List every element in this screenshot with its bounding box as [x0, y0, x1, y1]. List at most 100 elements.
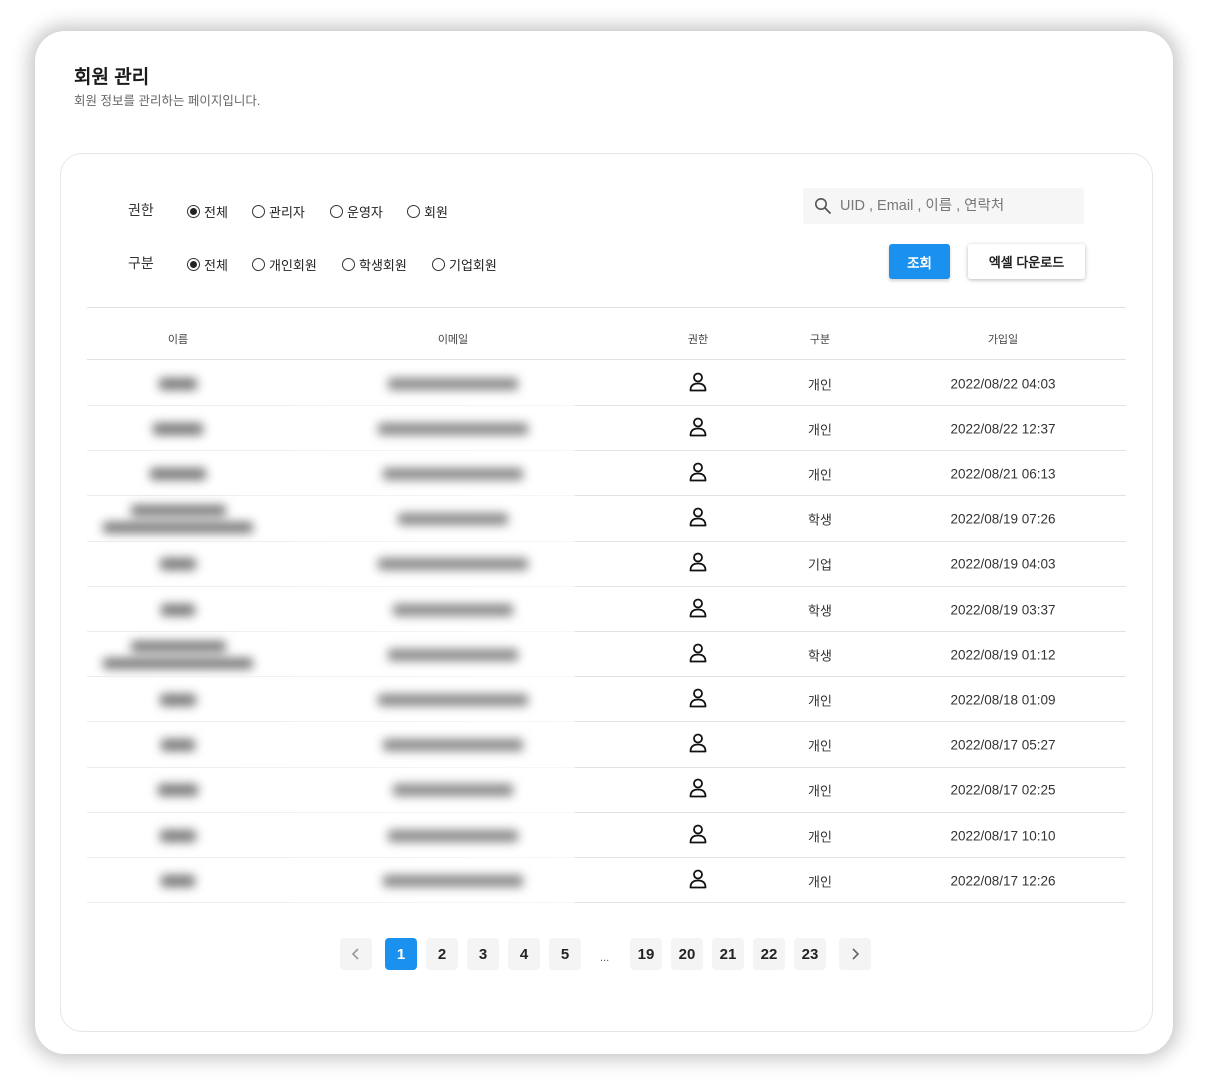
- name-cell-redacted: [160, 693, 196, 706]
- user-icon: [687, 415, 709, 442]
- table-header: 이름 이메일 권한 구분 가입일: [87, 316, 1126, 360]
- user-icon: [687, 506, 709, 533]
- member-type: 개인: [808, 874, 832, 890]
- table-row[interactable]: 개인 2022/08/17 02:25: [87, 768, 1126, 813]
- radio-circle[interactable]: [330, 205, 343, 218]
- page-button-19[interactable]: 19: [630, 938, 662, 970]
- joined-date: 2022/08/19 07:26: [950, 511, 1056, 527]
- page-button-5[interactable]: 5: [549, 938, 581, 970]
- radio-circle[interactable]: [342, 258, 355, 271]
- page-title: 회원 관리: [74, 67, 150, 88]
- email-cell-redacted: [393, 603, 513, 616]
- table-row[interactable]: 개인 2022/08/22 04:03: [87, 361, 1126, 406]
- radio-circle[interactable]: [252, 205, 265, 218]
- category-filter-label: 구분: [128, 255, 154, 271]
- role-filter-label: 권한: [128, 202, 154, 218]
- radio-label: 전체: [204, 205, 228, 220]
- column-header-type: 구분: [809, 334, 831, 346]
- member-type: 개인: [808, 467, 832, 483]
- member-type: 개인: [808, 738, 832, 754]
- name-cell-redacted: [153, 422, 203, 435]
- email-cell-redacted: [383, 739, 523, 752]
- table-row[interactable]: 개인 2022/08/17 12:26: [87, 858, 1126, 904]
- role-radio-2[interactable]: 운영자: [330, 202, 383, 221]
- table-row[interactable]: 학생 2022/08/19 07:26: [87, 497, 1126, 542]
- radio-circle[interactable]: [252, 258, 265, 271]
- table-row[interactable]: 개인 2022/08/18 01:09: [87, 677, 1126, 723]
- page-button-2[interactable]: 2: [426, 938, 458, 970]
- category-radio-2[interactable]: 학생회원: [342, 255, 407, 274]
- excel-download-button[interactable]: 엑셀 다운로드: [968, 244, 1085, 279]
- name-cell-redacted: [158, 784, 198, 797]
- column-header-joined: 가입일: [987, 334, 1019, 346]
- joined-date: 2022/08/19 03:37: [950, 602, 1056, 617]
- radio-circle[interactable]: [187, 205, 200, 218]
- user-icon: [687, 777, 709, 804]
- column-header-email: 이메일: [437, 334, 469, 346]
- table-row[interactable]: 기업 2022/08/19 04:03: [87, 542, 1126, 587]
- user-icon: [687, 732, 709, 759]
- search-box: [803, 188, 1084, 224]
- category-radio-1[interactable]: 개인회원: [252, 255, 317, 274]
- role-radio-3[interactable]: 회원: [407, 202, 448, 221]
- chevron-right-icon[interactable]: [839, 938, 871, 970]
- user-icon: [687, 822, 709, 849]
- email-cell-redacted: [378, 693, 528, 706]
- member-type: 개인: [808, 377, 832, 392]
- chevron-left-icon[interactable]: [340, 938, 372, 970]
- joined-date: 2022/08/19 01:12: [950, 647, 1056, 663]
- email-cell-redacted: [388, 377, 518, 390]
- pagination: 1 2 3 4 5... 19 20 21 22 23: [0, 938, 1208, 970]
- name-cell-redacted: [161, 739, 195, 752]
- page-button-22[interactable]: 22: [753, 938, 785, 970]
- member-type: 기업: [808, 557, 832, 573]
- user-icon: [687, 867, 709, 894]
- radio-circle[interactable]: [407, 205, 420, 218]
- table-row[interactable]: 개인 2022/08/17 10:10: [87, 813, 1126, 858]
- member-type: 학생: [808, 603, 832, 618]
- category-radio-3[interactable]: 기업회원: [432, 255, 497, 274]
- table-row[interactable]: 학생 2022/08/19 03:37: [87, 587, 1126, 632]
- table-row[interactable]: 개인 2022/08/17 05:27: [87, 723, 1126, 768]
- name-cell-redacted: [161, 603, 195, 616]
- radio-circle[interactable]: [187, 258, 200, 271]
- pagination-ellipsis: ...: [600, 952, 610, 964]
- joined-date: 2022/08/17 05:27: [950, 737, 1056, 753]
- table-row[interactable]: 개인 2022/08/22 12:37: [87, 406, 1126, 452]
- divider: [87, 307, 1126, 308]
- search-button[interactable]: 조회: [889, 244, 950, 279]
- radio-label: 운영자: [347, 205, 383, 220]
- email-cell-redacted: [383, 874, 523, 887]
- category-radio-0[interactable]: 전체: [187, 255, 228, 274]
- table-row[interactable]: 개인 2022/08/21 06:13: [87, 451, 1126, 497]
- page-button-21[interactable]: 21: [712, 938, 744, 970]
- page-button-3[interactable]: 3: [467, 938, 499, 970]
- row-divider: [575, 902, 1126, 904]
- member-type: 학생: [808, 648, 832, 664]
- radio-label: 개인회원: [269, 258, 317, 273]
- radio-label: 전체: [204, 258, 228, 273]
- radio-label: 기업회원: [449, 258, 497, 273]
- radio-label: 회원: [424, 205, 448, 220]
- name-cell-redacted: [150, 467, 206, 480]
- member-type: 개인: [808, 829, 832, 844]
- page-button-1[interactable]: 1: [385, 938, 417, 970]
- page-button-4[interactable]: 4: [508, 938, 540, 970]
- page-button-20[interactable]: 20: [671, 938, 703, 970]
- name-cell-redacted: [161, 874, 195, 887]
- search-input[interactable]: [840, 198, 1080, 214]
- member-type: 학생: [808, 512, 832, 528]
- page-button-23[interactable]: 23: [794, 938, 826, 970]
- joined-date: 2022/08/22 04:03: [950, 376, 1056, 391]
- row-divider: [87, 902, 575, 904]
- role-radio-0[interactable]: 전체: [187, 202, 228, 221]
- page-description: 회원 정보를 관리하는 페이지입니다.: [74, 94, 261, 108]
- role-radio-1[interactable]: 관리자: [252, 202, 305, 221]
- email-cell-redacted: [398, 513, 508, 526]
- table-row[interactable]: 학생 2022/08/19 01:12: [87, 632, 1126, 678]
- user-icon: [687, 596, 709, 623]
- user-icon: [687, 551, 709, 578]
- joined-date: 2022/08/21 06:13: [950, 466, 1056, 482]
- joined-date: 2022/08/17 10:10: [950, 828, 1056, 843]
- radio-circle[interactable]: [432, 258, 445, 271]
